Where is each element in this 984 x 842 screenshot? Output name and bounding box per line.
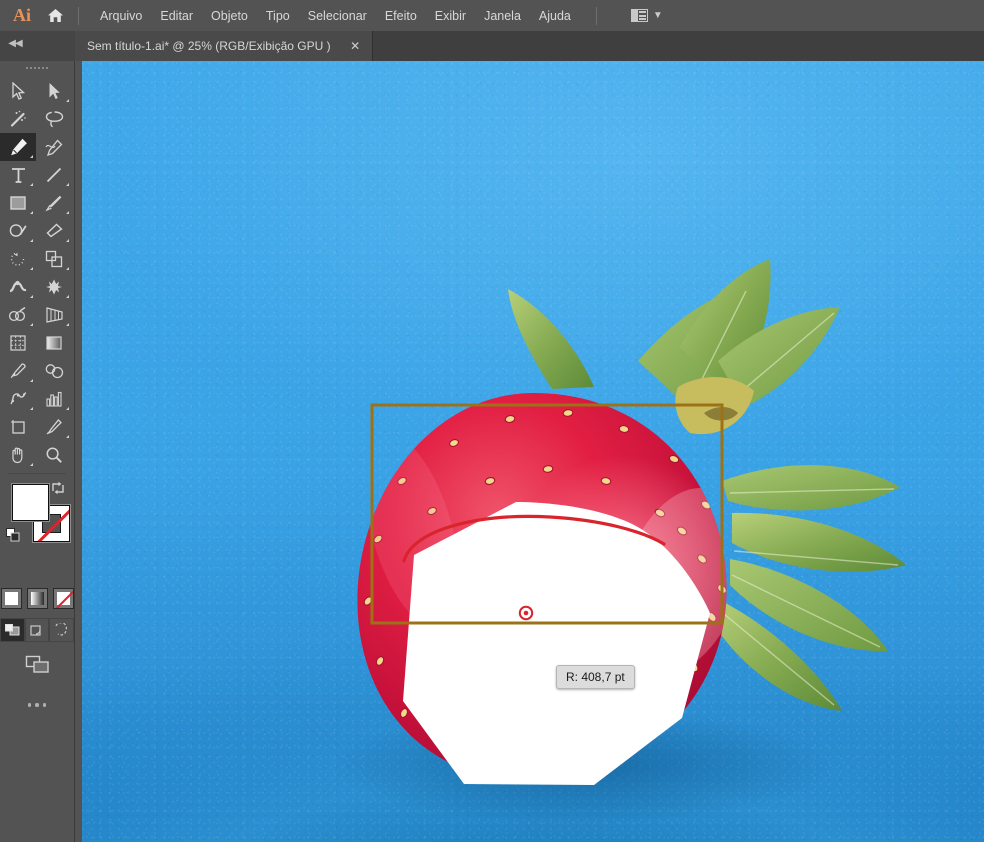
draw-normal-button[interactable] xyxy=(0,618,25,642)
tool-slice[interactable] xyxy=(36,413,72,441)
tool-symbol-sprayer[interactable] xyxy=(0,385,36,413)
tool-zoom[interactable] xyxy=(36,441,72,469)
tool-flyout-indicator xyxy=(30,267,33,270)
document-tab[interactable]: Sem título-1.ai* @ 25% (RGB/Exibição GPU… xyxy=(75,31,373,61)
menu-item-efeito[interactable]: Efeito xyxy=(376,5,426,27)
fill-stroke-controls xyxy=(0,478,74,586)
tool-grid xyxy=(0,74,74,469)
change-screen-mode-button[interactable] xyxy=(20,651,54,677)
tool-flyout-indicator xyxy=(66,267,69,270)
default-fill-stroke-icon[interactable] xyxy=(6,528,21,543)
tool-mesh[interactable] xyxy=(0,329,36,357)
edit-toolbar-button[interactable] xyxy=(0,703,74,707)
tool-flyout-indicator xyxy=(30,323,33,326)
fill-swatch[interactable] xyxy=(12,484,49,521)
menu-divider-right xyxy=(595,6,597,25)
tool-flyout-indicator xyxy=(66,435,69,438)
toolbar-divider xyxy=(8,473,66,474)
workspace-switcher[interactable]: ▼ xyxy=(625,6,669,25)
tool-lasso[interactable] xyxy=(36,105,72,133)
tool-rectangle[interactable] xyxy=(0,189,36,217)
tool-flyout-indicator xyxy=(66,99,69,102)
color-mode-buttons xyxy=(0,588,74,609)
app-logo: Ai xyxy=(13,5,31,25)
measurement-tooltip: R: 408,7 pt xyxy=(556,665,635,689)
tools-panel xyxy=(0,61,75,842)
tool-flyout-indicator xyxy=(66,295,69,298)
tool-flyout-indicator xyxy=(66,183,69,186)
tool-free-transform[interactable] xyxy=(36,273,72,301)
toolbar-header: ◀◀ xyxy=(0,31,75,61)
tool-blend[interactable] xyxy=(36,357,72,385)
menu-item-tipo[interactable]: Tipo xyxy=(257,5,299,27)
illustrator-window: Ai Arquivo Editar Objeto Tipo Selecionar… xyxy=(0,0,984,842)
tool-paintbrush[interactable] xyxy=(36,189,72,217)
tool-flyout-indicator xyxy=(30,295,33,298)
tool-flyout-indicator xyxy=(66,211,69,214)
workspace-layout-icon xyxy=(630,9,648,22)
tool-flyout-indicator xyxy=(30,211,33,214)
tool-flyout-indicator xyxy=(30,407,33,410)
toolbar-drag-handle[interactable] xyxy=(0,61,74,74)
tool-scale[interactable] xyxy=(36,245,72,273)
document-tab-title: Sem título-1.ai* @ 25% (RGB/Exibição GPU… xyxy=(87,39,331,53)
tool-flyout-indicator xyxy=(30,379,33,382)
menu-item-list: Arquivo Editar Objeto Tipo Selecionar Ef… xyxy=(91,5,580,27)
tool-flyout-indicator xyxy=(66,407,69,410)
document-tab-bar: ◀◀ Sem título-1.ai* @ 25% (RGB/Exibição … xyxy=(0,31,984,61)
tool-pen[interactable] xyxy=(0,133,36,161)
menu-item-selecionar[interactable]: Selecionar xyxy=(299,5,376,27)
tool-line-segment[interactable] xyxy=(36,161,72,189)
selection-overlay xyxy=(370,403,724,625)
menu-divider xyxy=(78,6,79,25)
menu-item-objeto[interactable]: Objeto xyxy=(202,5,257,27)
tool-flyout-indicator xyxy=(66,239,69,242)
color-mode-button[interactable] xyxy=(0,588,22,609)
rotation-center-point xyxy=(518,605,534,621)
draw-behind-button[interactable] xyxy=(24,618,50,642)
tool-flyout-indicator xyxy=(30,239,33,242)
tool-direct-selection[interactable] xyxy=(36,77,72,105)
screen-mode-row xyxy=(0,651,74,677)
menu-item-exibir[interactable]: Exibir xyxy=(426,5,475,27)
tool-shape-builder[interactable] xyxy=(0,301,36,329)
menu-item-janela[interactable]: Janela xyxy=(475,5,530,27)
tool-eraser[interactable] xyxy=(36,217,72,245)
tool-type[interactable] xyxy=(0,161,36,189)
canvas-area[interactable]: R: 408,7 pt xyxy=(82,61,984,842)
tool-artboard[interactable] xyxy=(0,413,36,441)
tool-flyout-indicator xyxy=(30,155,33,158)
none-mode-button[interactable] xyxy=(52,588,74,609)
draw-mode-buttons xyxy=(0,618,75,642)
tool-eyedropper[interactable] xyxy=(0,357,36,385)
tool-width[interactable] xyxy=(0,273,36,301)
selection-bounding-box xyxy=(370,403,724,625)
swap-fill-stroke-icon[interactable] xyxy=(50,480,66,496)
tool-flyout-indicator xyxy=(66,323,69,326)
tool-flyout-indicator xyxy=(30,183,33,186)
tool-hand[interactable] xyxy=(0,441,36,469)
tool-perspective-grid[interactable] xyxy=(36,301,72,329)
menu-bar: Ai Arquivo Editar Objeto Tipo Selecionar… xyxy=(0,0,984,31)
tool-column-graph[interactable] xyxy=(36,385,72,413)
tool-magic-wand[interactable] xyxy=(0,105,36,133)
collapse-panel-icon[interactable]: ◀◀ xyxy=(4,35,26,51)
menu-item-ajuda[interactable]: Ajuda xyxy=(530,5,580,27)
tool-selection[interactable] xyxy=(0,77,36,105)
menu-item-editar[interactable]: Editar xyxy=(151,5,202,27)
draw-inside-button[interactable] xyxy=(49,618,75,642)
tool-flyout-indicator xyxy=(30,463,33,466)
tool-curvature[interactable] xyxy=(36,133,72,161)
chevron-down-icon: ▼ xyxy=(652,9,663,21)
tool-shaper[interactable] xyxy=(0,217,36,245)
close-icon[interactable]: ✕ xyxy=(349,40,362,53)
tool-rotate[interactable] xyxy=(0,245,36,273)
tool-gradient[interactable] xyxy=(36,329,72,357)
home-icon[interactable] xyxy=(38,0,72,31)
menu-item-arquivo[interactable]: Arquivo xyxy=(91,5,151,27)
gradient-mode-button[interactable] xyxy=(26,588,48,609)
